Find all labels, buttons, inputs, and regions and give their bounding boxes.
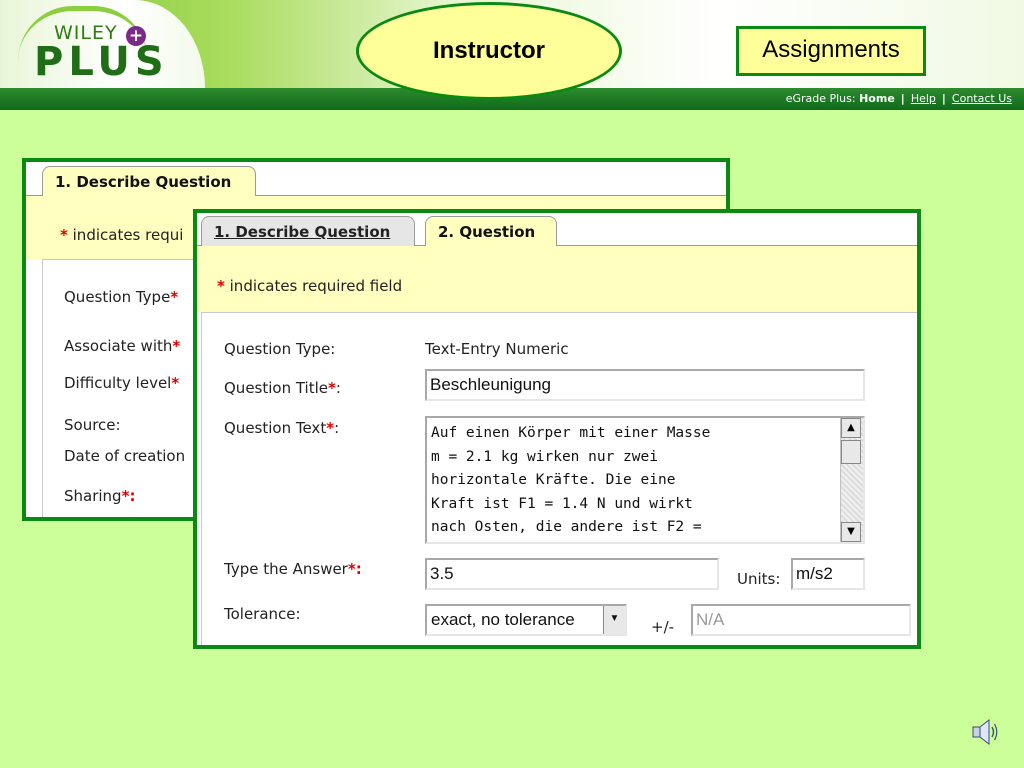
question-type-label: Question Type: [224, 340, 336, 358]
nav-separator: | [900, 92, 905, 105]
assignments-callout: Assignments [736, 26, 926, 76]
question-text-scrollbar[interactable]: ▲ ▼ [840, 418, 863, 542]
speaker-icon[interactable] [970, 716, 1000, 748]
tab-question[interactable]: 2. Question [425, 216, 557, 246]
tab-describe-question[interactable]: 1. Describe Question [42, 166, 256, 196]
field-label-difficulty: Difficulty level* [64, 374, 180, 392]
plus-minus-label: +/- [651, 618, 675, 636]
answer-input[interactable]: 3.5 [425, 558, 719, 590]
question-text-label: Question Text*: [224, 419, 340, 437]
answer-label: Type the Answer*: [224, 560, 362, 578]
tolerance-selected-value: exact, no tolerance [431, 610, 575, 629]
required-note: * indicates requi [60, 226, 184, 244]
question-text-content[interactable]: Auf einen Körper mit einer Masse m = 2.1… [431, 422, 839, 540]
scroll-down-icon[interactable]: ▼ [841, 522, 861, 542]
question-text-area[interactable]: Auf einen Körper mit einer Masse m = 2.1… [425, 416, 865, 544]
instructor-callout: Instructor [356, 2, 622, 100]
nav-help-link[interactable]: Help [911, 92, 936, 105]
nav-contact-link[interactable]: Contact Us [952, 92, 1012, 105]
units-label: Units: [737, 570, 781, 588]
chevron-down-icon[interactable]: ▼ [603, 606, 625, 634]
nav-separator: | [941, 92, 946, 105]
scroll-up-icon[interactable]: ▲ [841, 418, 861, 438]
field-label-sharing: Sharing*: [64, 487, 136, 505]
nav-links: eGrade Plus: Home | Help | Contact Us [786, 92, 1012, 105]
tolerance-value-input[interactable]: N/A [691, 604, 911, 636]
logo-plus-text: PLUS [34, 39, 169, 85]
units-input[interactable]: m/s2 [791, 558, 865, 590]
tab-describe-question[interactable]: 1. Describe Question [201, 216, 415, 246]
tolerance-label: Tolerance: [224, 605, 301, 623]
field-label-question-type: Question Type* [64, 288, 179, 306]
question-title-label: Question Title*: [224, 379, 341, 397]
tolerance-select[interactable]: exact, no tolerance ▼ [425, 604, 627, 636]
front-form-panel: 1. Describe Question 2. Question * indic… [193, 209, 921, 649]
nav-home-link[interactable]: Home [859, 92, 895, 105]
question-title-input[interactable]: Beschleunigung [425, 369, 865, 401]
field-label-date-created: Date of creation [64, 447, 186, 465]
required-note: * indicates required field [217, 277, 403, 295]
header: WILEY + PLUS eGrade Plus: Home | Help | Cont… [0, 0, 1024, 110]
field-label-source: Source: [64, 416, 121, 434]
question-type-value: Text-Entry Numeric [425, 340, 569, 358]
nav-product-label: eGrade Plus: [785, 92, 856, 105]
field-label-associate-with: Associate with* [64, 337, 181, 355]
scroll-thumb[interactable] [841, 440, 861, 464]
